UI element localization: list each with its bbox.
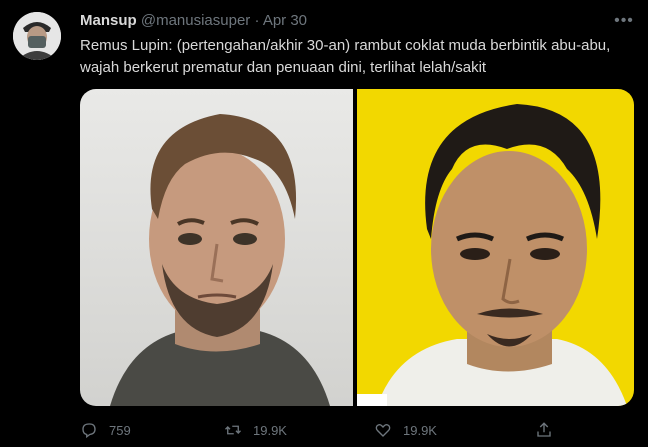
separator: · (254, 12, 260, 29)
display-name[interactable]: Mansup (80, 12, 137, 29)
tweet-header: Mansup @manusiasuper · Apr 30 (80, 11, 628, 31)
like-button[interactable]: 19.9K (374, 418, 437, 442)
reply-icon (82, 423, 96, 439)
heart-icon (375, 423, 391, 437)
tweet[interactable]: Mansup @manusiasuper · Apr 30 ••• Remus … (0, 0, 648, 447)
reply-count: 759 (109, 422, 131, 438)
reply-button[interactable]: 759 (80, 418, 131, 442)
more-icon[interactable]: ••• (612, 12, 636, 32)
handle[interactable]: @manusiasuper (141, 12, 250, 29)
avatar-image (13, 12, 61, 60)
share-icon (537, 422, 551, 437)
retweet-icon (225, 425, 241, 435)
tweet-text: Remus Lupin: (pertengahan/akhir 30-an) r… (80, 37, 611, 76)
like-count: 19.9K (403, 422, 437, 438)
photo-right[interactable] (357, 89, 634, 406)
share-button[interactable] (535, 418, 564, 442)
avatar[interactable] (13, 12, 61, 60)
tweet-actions: 759 19.9K 19.9K (80, 418, 640, 442)
retweet-button[interactable]: 19.9K (224, 418, 287, 442)
retweet-count: 19.9K (253, 422, 287, 438)
tweet-media (80, 89, 634, 406)
timestamp[interactable]: Apr 30 (263, 12, 307, 29)
photo-left[interactable] (80, 89, 353, 406)
